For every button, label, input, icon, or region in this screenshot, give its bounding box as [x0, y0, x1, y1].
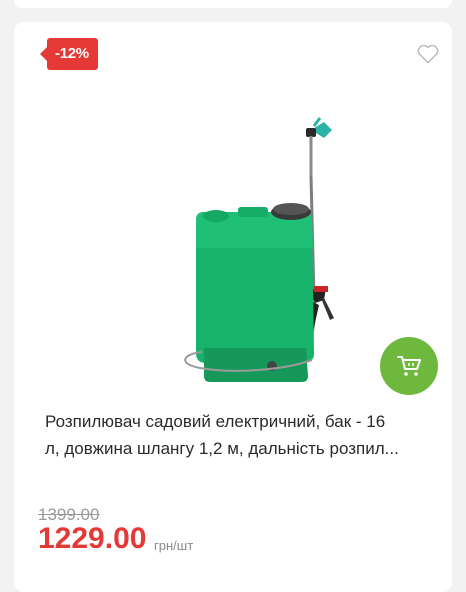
price-unit: грн/шт	[154, 538, 194, 553]
product-image[interactable]	[174, 108, 344, 393]
discount-badge: -12%	[40, 38, 98, 70]
current-price: 1229.00	[38, 522, 147, 555]
product-title-line1: Розпилювач садовий електричний, бак - 16	[45, 412, 386, 431]
cart-icon	[397, 356, 421, 376]
heart-icon[interactable]	[417, 44, 439, 64]
product-title-line2: л, довжина шлангу 1,2 м, дальність розпи…	[45, 439, 399, 458]
product-title[interactable]: Розпилювач садовий електричний, бак - 16…	[45, 408, 440, 462]
product-card[interactable]: -12% Розпилювач садовий електричний, бак…	[14, 22, 452, 592]
previous-product-card	[14, 0, 452, 8]
add-to-cart-button[interactable]	[380, 337, 438, 395]
